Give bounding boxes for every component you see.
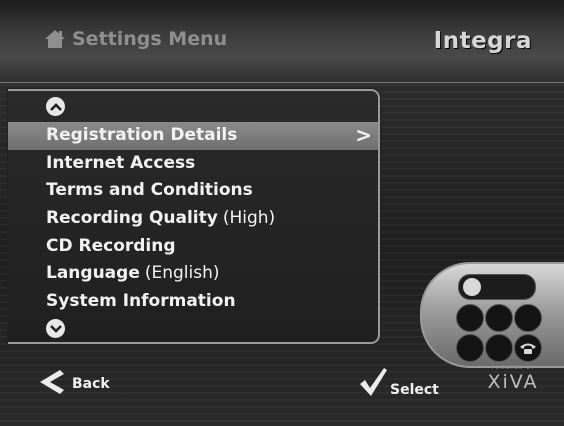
keypad-display-icon (458, 274, 536, 300)
menu-item-value: (High) (222, 208, 276, 229)
keypad-key-icon (485, 304, 513, 332)
menu-item-label: Internet Access (46, 152, 196, 173)
chevron-down-icon[interactable] (46, 319, 65, 338)
menu-item-label: System Information (46, 291, 236, 312)
checkmark-icon (358, 367, 388, 401)
menu-item-label: Terms and Conditions (46, 180, 253, 201)
menu-item-recording-quality[interactable]: Recording Quality (High) (8, 205, 378, 233)
back-arrow-icon (38, 369, 68, 399)
menu-item-system-information[interactable]: System Information (8, 288, 378, 316)
menu-item-terms-and-conditions[interactable]: Terms and Conditions (8, 177, 378, 205)
menu-item-label: Language (46, 263, 140, 284)
keypad-key-icon (456, 304, 484, 332)
footer-bar: Back Select POWERED BY XiVA (0, 355, 564, 426)
back-button[interactable]: Back (38, 369, 110, 399)
select-button[interactable]: Select (358, 367, 439, 401)
settings-menu-list: Registration Details > Internet Access T… (8, 122, 378, 316)
menu-item-label: CD Recording (46, 235, 176, 256)
home-icon (44, 28, 66, 50)
chevron-up-icon[interactable] (46, 97, 65, 116)
xiva-brand: XiVA (487, 371, 539, 393)
back-label: Back (72, 376, 110, 392)
phone-keypad-graphic (420, 262, 564, 368)
header-bar: Settings Menu Integra (0, 0, 564, 83)
xiva-logo: POWERED BY XiVA (478, 365, 548, 393)
menu-item-cd-recording[interactable]: CD Recording (8, 233, 378, 261)
menu-item-label: Recording Quality (46, 208, 218, 229)
page-title-text: Settings Menu (72, 28, 228, 50)
select-label: Select (390, 382, 439, 398)
keypad-key-icon (514, 304, 542, 332)
menu-panel: Registration Details > Internet Access T… (8, 89, 380, 344)
settings-screen: Settings Menu Integra Registration Detai… (0, 0, 564, 426)
menu-item-value: (English) (144, 263, 220, 284)
menu-item-language[interactable]: Language (English) (8, 260, 378, 288)
menu-item-label: Registration Details (46, 125, 238, 145)
chevron-right-icon: > (355, 123, 372, 147)
page-title: Settings Menu (44, 28, 227, 50)
menu-item-registration-details[interactable]: Registration Details > (8, 122, 378, 150)
brand-logo: Integra (433, 28, 532, 54)
menu-item-internet-access[interactable]: Internet Access (8, 150, 378, 178)
